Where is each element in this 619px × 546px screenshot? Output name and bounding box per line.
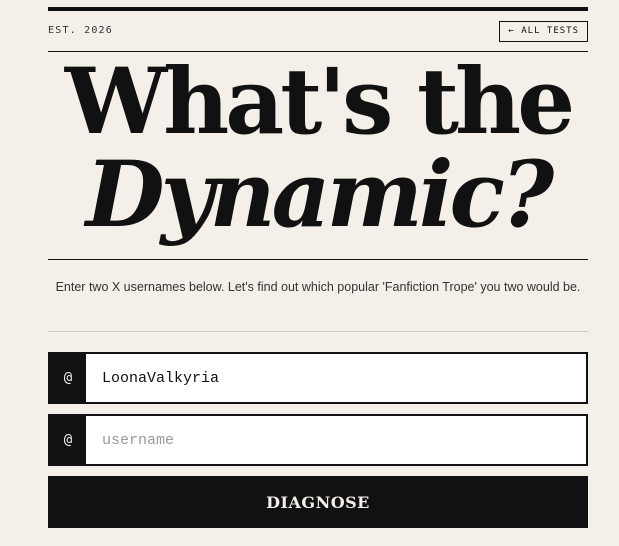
at-symbol-prefix: @ (50, 354, 86, 402)
page-title-line-1: What's the (64, 49, 575, 155)
established-label: EST. 2026 (48, 25, 113, 36)
at-symbol-prefix: @ (50, 416, 86, 464)
username-field-2: @ (48, 414, 588, 466)
intro-divider (48, 331, 588, 332)
intro-text: Enter two X usernames below. Let's find … (55, 280, 581, 294)
username-input-1[interactable] (86, 354, 586, 402)
page-title-line-2: Dynamic? (85, 142, 555, 248)
title-divider (48, 259, 588, 260)
top-rule (48, 7, 588, 11)
username-field-1: @ (48, 352, 588, 404)
username-input-2[interactable] (86, 416, 586, 464)
all-tests-link[interactable]: ← ALL TESTS (499, 21, 588, 42)
diagnose-button[interactable]: DIAGNOSE (48, 476, 588, 528)
